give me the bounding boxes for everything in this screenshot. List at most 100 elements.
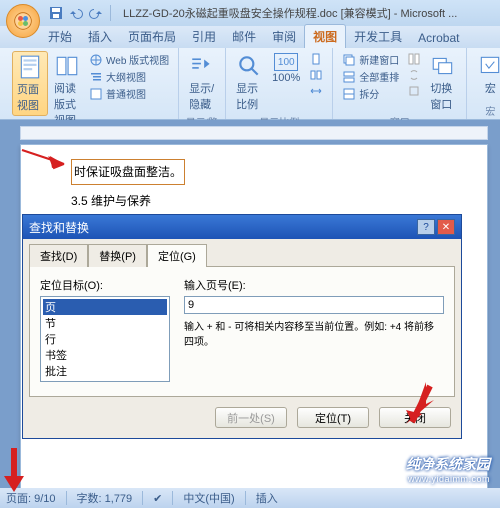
arrange-icon	[342, 70, 356, 84]
dialog-close-button[interactable]: ✕	[437, 219, 455, 235]
switch-windows-icon	[430, 53, 456, 79]
side-by-side-button[interactable]	[404, 51, 424, 67]
ribbon-group-macros: 宏 宏	[467, 48, 500, 119]
tab-find[interactable]: 查找(D)	[29, 244, 88, 267]
qat-separator	[110, 5, 111, 21]
status-words[interactable]: 字数: 1,779	[77, 490, 133, 506]
dialog-titlebar[interactable]: 查找和替换 ? ✕	[23, 215, 461, 239]
macros-label: 宏	[485, 80, 496, 96]
ribbon-tab-0[interactable]: 开始	[40, 25, 80, 48]
macros-group-label: 宏	[485, 103, 495, 118]
page-width-button[interactable]	[306, 83, 326, 99]
zoom-label: 显示比例	[236, 80, 262, 112]
find-replace-dialog: 查找和替换 ? ✕ 查找(D) 替换(P) 定位(G) 定位目标(O): 页节行…	[22, 214, 462, 439]
zoom-icon	[236, 53, 262, 79]
ribbon-tab-5[interactable]: 审阅	[264, 25, 304, 48]
page-view-button[interactable]: 页面视图	[12, 51, 48, 116]
new-window-icon	[342, 53, 356, 67]
goto-list-item[interactable]: 节	[43, 315, 167, 331]
tab-goto[interactable]: 定位(G)	[147, 244, 207, 267]
reset-pos-button[interactable]	[404, 83, 424, 99]
ribbon-tab-1[interactable]: 插入	[80, 25, 120, 48]
horizontal-ruler[interactable]	[20, 126, 488, 140]
one-page-button[interactable]	[306, 51, 326, 67]
ribbon-group-zoom: 显示比例 100 100% 显示比例	[226, 48, 333, 119]
status-bar: 页面: 9/10 字数: 1,779 ✔ 中文(中国) 插入	[0, 488, 500, 508]
page-width-icon	[309, 84, 323, 98]
macros-button[interactable]: 宏	[473, 51, 500, 98]
ribbon-group-document-views: 页面视图 阅读版式视图 Web 版式视图 大纲视图 普通视图 文档视图	[6, 48, 179, 119]
split-icon	[342, 87, 356, 101]
dialog-title: 查找和替换	[29, 219, 417, 236]
status-page[interactable]: 页面: 9/10	[6, 490, 56, 506]
outline-icon	[89, 70, 103, 84]
split-button[interactable]: 拆分	[339, 85, 402, 102]
status-spellcheck-icon[interactable]: ✔	[153, 492, 162, 505]
quick-access-toolbar	[48, 5, 113, 21]
ribbon-tabs: 开始插入页面布局引用邮件审阅视图开发工具Acrobat	[0, 26, 500, 48]
one-page-icon	[309, 52, 323, 66]
dialog-tabs: 查找(D) 替换(P) 定位(G)	[23, 239, 461, 266]
dialog-body: 定位目标(O): 页节行书签批注脚注 输入页号(E): 输入 + 和 - 可将相…	[29, 266, 455, 397]
close-button[interactable]: 关闭	[379, 407, 451, 428]
ribbon-tab-7[interactable]: 开发工具	[346, 25, 410, 48]
zoom-100-button[interactable]: 100 100%	[268, 51, 304, 86]
macros-icon	[477, 53, 500, 79]
goto-list-item[interactable]: 脚注	[43, 379, 167, 382]
ribbon-tab-3[interactable]: 引用	[184, 25, 224, 48]
goto-list-item[interactable]: 页	[43, 299, 167, 315]
page-num-input[interactable]	[184, 296, 444, 314]
hundred-icon: 100	[274, 53, 298, 71]
outline-view-button[interactable]: 大纲视图	[86, 68, 172, 85]
show-hide-icon	[189, 53, 215, 79]
status-language[interactable]: 中文(中国)	[183, 490, 234, 506]
ribbon-tab-6[interactable]: 视图	[304, 24, 346, 48]
zoom-button[interactable]: 显示比例	[232, 51, 266, 114]
watermark: 纯净系统家园 www.yidaimm.com	[406, 454, 490, 484]
show-hide-label: 显示/隐藏	[189, 80, 215, 112]
switch-windows-button[interactable]: 切换窗口	[426, 51, 460, 114]
new-window-button[interactable]: 新建窗口	[339, 51, 402, 68]
ribbon-group-show-hide: 显示/隐藏 显示/隐藏	[179, 48, 226, 119]
save-icon[interactable]	[48, 5, 64, 21]
tab-replace[interactable]: 替换(P)	[88, 244, 147, 267]
goto-hint: 输入 + 和 - 可将相关内容移至当前位置。例如: +4 将前移四项。	[184, 320, 444, 350]
web-icon	[89, 53, 103, 67]
reading-view-icon	[54, 53, 80, 79]
sync-scroll-button[interactable]	[404, 67, 424, 83]
dialog-help-button[interactable]: ?	[417, 219, 435, 235]
goto-button[interactable]: 定位(T)	[297, 407, 369, 428]
web-layout-button[interactable]: Web 版式视图	[86, 51, 172, 68]
dialog-button-row: 前一处(S) 定位(T) 关闭	[23, 403, 461, 438]
normal-icon	[89, 87, 103, 101]
page-num-label: 输入页号(E):	[184, 277, 444, 293]
arrange-all-button[interactable]: 全部重排	[339, 68, 402, 85]
ribbon-group-window: 新建窗口 全部重排 拆分 切换窗口 窗口	[333, 48, 467, 119]
goto-list-item[interactable]: 行	[43, 331, 167, 347]
two-page-button[interactable]	[306, 67, 326, 83]
switch-windows-label: 切换窗口	[430, 80, 456, 112]
office-icon	[13, 11, 33, 31]
redo-icon[interactable]	[88, 5, 104, 21]
goto-target-label: 定位目标(O):	[40, 277, 170, 293]
goto-target-listbox[interactable]: 页节行书签批注脚注	[40, 296, 170, 382]
ribbon-tab-8[interactable]: Acrobat	[410, 28, 467, 48]
window-title: LLZZ-GD-20永磁起重吸盘安全操作规程.doc [兼容模式] - Micr…	[123, 5, 500, 21]
two-page-icon	[309, 68, 323, 82]
ribbon-tab-4[interactable]: 邮件	[224, 25, 264, 48]
reading-view-button[interactable]: 阅读版式视图	[50, 51, 84, 130]
title-bar: LLZZ-GD-20永磁起重吸盘安全操作规程.doc [兼容模式] - Micr…	[0, 0, 500, 26]
show-hide-button[interactable]: 显示/隐藏	[185, 51, 219, 114]
undo-icon[interactable]	[68, 5, 84, 21]
prev-button[interactable]: 前一处(S)	[215, 407, 287, 428]
page-view-label: 页面视图	[17, 81, 43, 113]
normal-view-button[interactable]: 普通视图	[86, 85, 172, 102]
ribbon-tab-2[interactable]: 页面布局	[120, 25, 184, 48]
goto-list-item[interactable]: 书签	[43, 347, 167, 363]
side-icon	[407, 52, 421, 66]
reset-icon	[407, 84, 421, 98]
office-button[interactable]	[6, 4, 40, 38]
page-view-icon	[17, 54, 43, 80]
status-insert-mode[interactable]: 插入	[256, 490, 278, 506]
goto-list-item[interactable]: 批注	[43, 363, 167, 379]
